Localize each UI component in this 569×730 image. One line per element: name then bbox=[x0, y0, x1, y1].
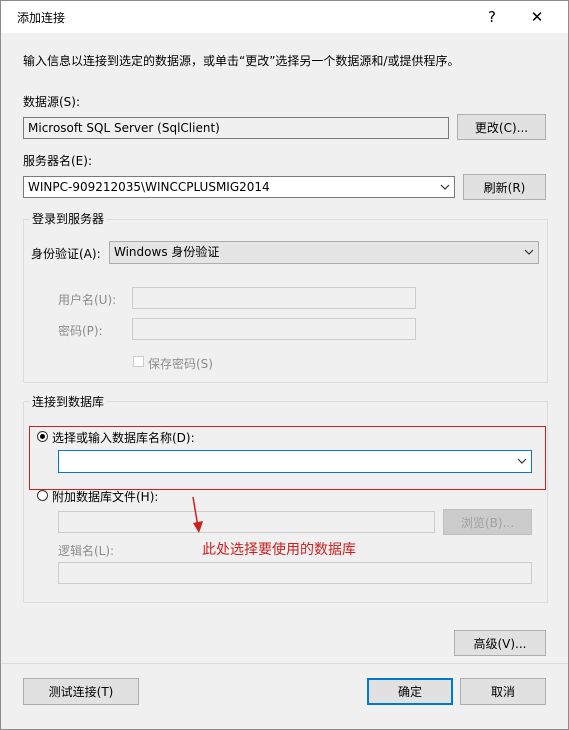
description-text: 输入信息以连接到选定的数据源，或单击“更改”选择另一个数据源和/或提供程序。 bbox=[23, 54, 460, 68]
help-icon: ? bbox=[488, 8, 496, 26]
attach-file-radio[interactable] bbox=[37, 490, 48, 501]
database-group-title: 连接到数据库 bbox=[29, 393, 108, 410]
annotation-arrow-icon bbox=[192, 496, 203, 533]
title-bar: 添加连接 ? ✕ bbox=[1, 1, 568, 33]
auth-value: Windows 身份验证 bbox=[114, 245, 220, 259]
cancel-button[interactable]: 取消 bbox=[460, 678, 546, 705]
chevron-down-icon[interactable] bbox=[524, 247, 534, 257]
change-datasource-button[interactable]: 更改(C)... bbox=[457, 114, 546, 140]
attach-file-label: 附加数据库文件(H): bbox=[52, 490, 159, 504]
database-name-combobox[interactable] bbox=[58, 450, 532, 473]
attach-file-input[interactable] bbox=[58, 511, 435, 533]
username-input[interactable] bbox=[132, 287, 416, 309]
window-title: 添加连接 bbox=[17, 11, 66, 25]
server-label: 服务器名(E): bbox=[23, 154, 92, 168]
chevron-down-icon[interactable] bbox=[440, 182, 450, 192]
select-database-label: 选择或输入数据库名称(D): bbox=[52, 431, 195, 445]
password-label: 密码(P): bbox=[58, 324, 103, 338]
test-connection-button[interactable]: 测试连接(T) bbox=[23, 678, 139, 705]
browse-button[interactable]: 浏览(B)... bbox=[443, 509, 532, 535]
login-group-title: 登录到服务器 bbox=[29, 210, 108, 227]
auth-label: 身份验证(A): bbox=[31, 247, 101, 261]
refresh-button[interactable]: 刷新(R) bbox=[463, 174, 546, 200]
datasource-field: Microsoft SQL Server (SqlClient) bbox=[23, 117, 449, 139]
annotation-text: 此处选择要使用的数据库 bbox=[202, 542, 356, 558]
server-value: WINPC-909212035\WINCCPLUSMIG2014 bbox=[28, 180, 270, 194]
help-button[interactable]: ? bbox=[474, 1, 510, 33]
select-database-radio[interactable] bbox=[37, 431, 48, 442]
logical-name-label: 逻辑名(L): bbox=[58, 544, 115, 558]
server-combobox[interactable]: WINPC-909212035\WINCCPLUSMIG2014 bbox=[23, 176, 455, 198]
advanced-button[interactable]: 高级(V)... bbox=[454, 630, 546, 656]
close-icon: ✕ bbox=[530, 8, 544, 26]
datasource-label: 数据源(S): bbox=[23, 95, 81, 109]
save-password-checkbox[interactable] bbox=[133, 356, 144, 367]
logical-name-input[interactable] bbox=[58, 562, 532, 584]
ok-button[interactable]: 确定 bbox=[367, 678, 453, 705]
chevron-down-icon[interactable] bbox=[517, 456, 527, 466]
save-password-label: 保存密码(S) bbox=[148, 357, 213, 371]
auth-combobox[interactable]: Windows 身份验证 bbox=[109, 241, 539, 264]
password-input[interactable] bbox=[132, 318, 416, 340]
close-button[interactable]: ✕ bbox=[519, 1, 555, 33]
username-label: 用户名(U): bbox=[58, 293, 117, 307]
footer-divider bbox=[1, 663, 568, 664]
add-connection-dialog: 添加连接 ? ✕ 输入信息以连接到选定的数据源，或单击“更改”选择另一个数据源和… bbox=[0, 0, 569, 730]
